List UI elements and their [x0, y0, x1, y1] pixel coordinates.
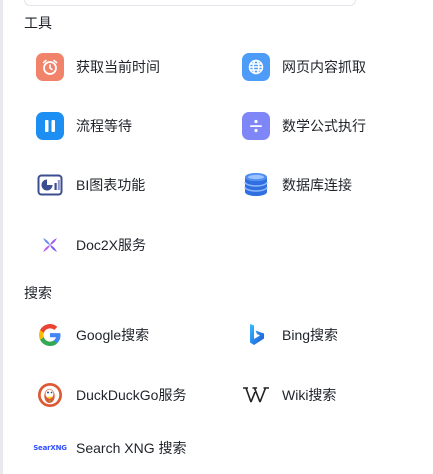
- tool-database-connect[interactable]: 数据库连接: [242, 170, 352, 200]
- tool-flow-wait[interactable]: 流程等待: [36, 111, 132, 141]
- tool-searxng-search[interactable]: SearXNG Search XNG 搜索: [33, 433, 187, 463]
- tool-google-search[interactable]: Google搜索: [36, 320, 149, 350]
- alarm-clock-icon: [36, 53, 64, 81]
- tool-duckduckgo-service[interactable]: DuckDuckGo服务: [36, 380, 186, 410]
- search-box-bottom-edge: [24, 0, 356, 6]
- duckduckgo-logo-icon: [36, 381, 64, 409]
- chart-icon: [36, 171, 64, 199]
- tool-bing-search[interactable]: Bing搜索: [242, 320, 338, 350]
- tool-label: 网页内容抓取: [282, 59, 366, 75]
- searxng-logo-icon: SearXNG: [33, 434, 67, 462]
- tool-webpage-scrape[interactable]: 网页内容抓取: [242, 52, 366, 82]
- google-logo-icon: [36, 321, 64, 349]
- tool-label: 数据库连接: [282, 177, 352, 193]
- bing-logo-icon: [242, 321, 270, 349]
- searxng-logo-text: SearXNG: [33, 444, 67, 452]
- doc2x-logo-icon: [36, 231, 64, 259]
- tool-label: Bing搜索: [282, 327, 339, 343]
- tool-label: 数学公式执行: [282, 118, 366, 134]
- wikipedia-logo-icon: [242, 381, 270, 409]
- pause-icon: [36, 112, 64, 140]
- tool-label: 流程等待: [76, 118, 132, 134]
- tool-get-current-time[interactable]: 获取当前时间: [36, 52, 160, 82]
- tool-math-formula[interactable]: 数学公式执行: [242, 111, 366, 141]
- divide-icon: [242, 112, 270, 140]
- tool-bi-chart[interactable]: BI图表功能: [36, 170, 145, 200]
- tool-label: BI图表功能: [76, 177, 146, 193]
- tool-wiki-search[interactable]: Wiki搜索: [242, 380, 336, 410]
- tool-label: Doc2X服务: [76, 237, 147, 253]
- section-title-search: 搜索: [24, 285, 52, 301]
- tool-label: 获取当前时间: [76, 59, 160, 75]
- tool-label: Search XNG 搜索: [76, 440, 187, 456]
- panel-left-border: [0, 0, 3, 474]
- database-icon: [242, 171, 270, 199]
- tool-label: Wiki搜索: [282, 387, 337, 403]
- tool-label: DuckDuckGo服务: [76, 387, 187, 403]
- tool-label: Google搜索: [76, 327, 150, 343]
- globe-icon: [242, 53, 270, 81]
- tool-doc2x-service[interactable]: Doc2X服务: [36, 230, 146, 260]
- section-title-tools: 工具: [24, 15, 52, 31]
